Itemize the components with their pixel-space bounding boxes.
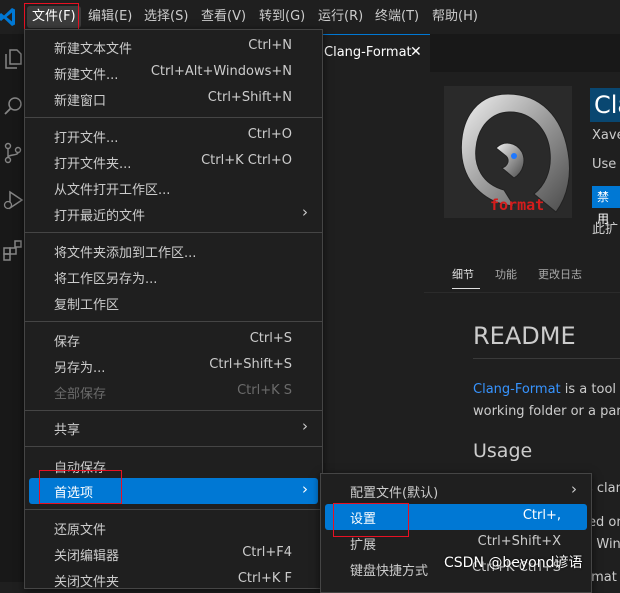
extension-title: Cla [590, 88, 620, 122]
vscode-logo-icon [0, 8, 15, 26]
tab-label: Clang-Format [324, 45, 412, 60]
watermark: CSDN @beyond谚语 [444, 555, 583, 571]
menu-selection[interactable]: 选择(S) [139, 6, 193, 28]
menu-item-new-window[interactable]: 新建窗口 Ctrl+Shift+N [29, 86, 318, 112]
menu-item-open-workspace[interactable]: 从文件打开工作区... [29, 175, 318, 201]
extension-author[interactable]: Xave [592, 128, 620, 143]
readme-text: is a tool to [564, 382, 620, 397]
run-debug-icon[interactable] [2, 189, 24, 211]
menu-separator [25, 232, 322, 233]
menu-item-open-file[interactable]: 打开文件... Ctrl+O [29, 123, 318, 149]
menu-item-save-workspace-as[interactable]: 将工作区另存为... [29, 264, 318, 290]
menu-run[interactable]: 运行(R) [313, 6, 368, 28]
chevron-right-icon: › [302, 203, 308, 221]
menu-separator [25, 446, 322, 447]
menu-item-new-text-file[interactable]: 新建文本文件 Ctrl+N [29, 34, 318, 60]
menu-item-open-recent[interactable]: 打开最近的文件 › [29, 201, 318, 227]
selected-tab-indicator [452, 288, 480, 289]
extension-description: Use [592, 157, 617, 172]
menu-separator [25, 509, 322, 510]
menu-item-close-folder[interactable]: 关闭文件夹 Ctrl+K F [29, 567, 318, 593]
tab-clang-format[interactable]: Clang-Format ✕ [322, 34, 430, 72]
menu-view[interactable]: 查看(V) [196, 6, 251, 28]
activity-bar [0, 34, 25, 582]
file-menu: 新建文本文件 Ctrl+N 新建文件... Ctrl+Alt+Windows+N 新… [24, 29, 323, 590]
menu-item-save-all: 全部保存 Ctrl+K S [54, 383, 292, 402]
extension-note: 此扩 [592, 222, 619, 237]
readme-paragraph-2: working folder or a parent [473, 404, 620, 419]
chevron-right-icon: › [571, 480, 577, 498]
close-icon[interactable]: ✕ [410, 44, 422, 60]
source-control-icon[interactable] [2, 142, 24, 164]
menu-go[interactable]: 转到(G) [254, 6, 310, 28]
logo-text: format [490, 196, 544, 214]
menu-item-open-folder[interactable]: 打开文件夹... Ctrl+K Ctrl+O [29, 149, 318, 175]
menu-item-revert-file[interactable]: 还原文件 [29, 515, 318, 541]
menu-item-save[interactable]: 保存 Ctrl+S [29, 327, 318, 353]
tab-details[interactable]: 细节 [452, 266, 474, 282]
divider [424, 292, 620, 293]
tab-changelog[interactable]: 更改日志 [538, 266, 582, 282]
menu-edit[interactable]: 编辑(E) [83, 6, 137, 28]
menu-item-duplicate-workspace[interactable]: 复制工作区 [29, 290, 318, 316]
clang-format-logo: format [444, 86, 572, 218]
annotation-box-settings [333, 503, 409, 537]
menu-item-close-editor[interactable]: 关闭编辑器 Ctrl+F4 [29, 541, 318, 567]
menu-item-new-file[interactable]: 新建文件... Ctrl+Alt+Windows+N [29, 60, 318, 86]
chevron-right-icon: › [302, 417, 308, 435]
menu-help[interactable]: 帮助(H) [427, 6, 483, 28]
menu-item-share[interactable]: 共享 › [29, 415, 318, 441]
chevron-right-icon: › [302, 480, 308, 498]
menu-terminal[interactable]: 终端(T) [370, 6, 424, 28]
menu-item-save-as[interactable]: 另存为... Ctrl+Shift+S [29, 353, 318, 379]
readme-link[interactable]: Clang-Format [473, 382, 561, 397]
extensions-icon[interactable] [2, 239, 24, 261]
readme-heading: README [473, 322, 576, 350]
search-icon[interactable] [2, 95, 24, 117]
menu-item-add-folder[interactable]: 将文件夹添加到工作区... [29, 238, 318, 264]
readme-rule [473, 358, 620, 359]
readme-usage-heading: Usage [473, 440, 533, 462]
annotation-box-preferences [39, 470, 122, 504]
readme-fragment: ed on [588, 515, 620, 530]
disable-button[interactable]: 禁用 [592, 186, 620, 226]
tab-features[interactable]: 功能 [495, 266, 517, 282]
menu-separator [25, 117, 322, 118]
explorer-icon[interactable] [2, 48, 24, 70]
readme-paragraph-1: Clang-Format is a tool to [473, 382, 620, 397]
menu-separator [25, 321, 322, 322]
menu-separator [25, 410, 322, 411]
menu-item-profile[interactable]: 配置文件(默认) › [325, 478, 587, 504]
